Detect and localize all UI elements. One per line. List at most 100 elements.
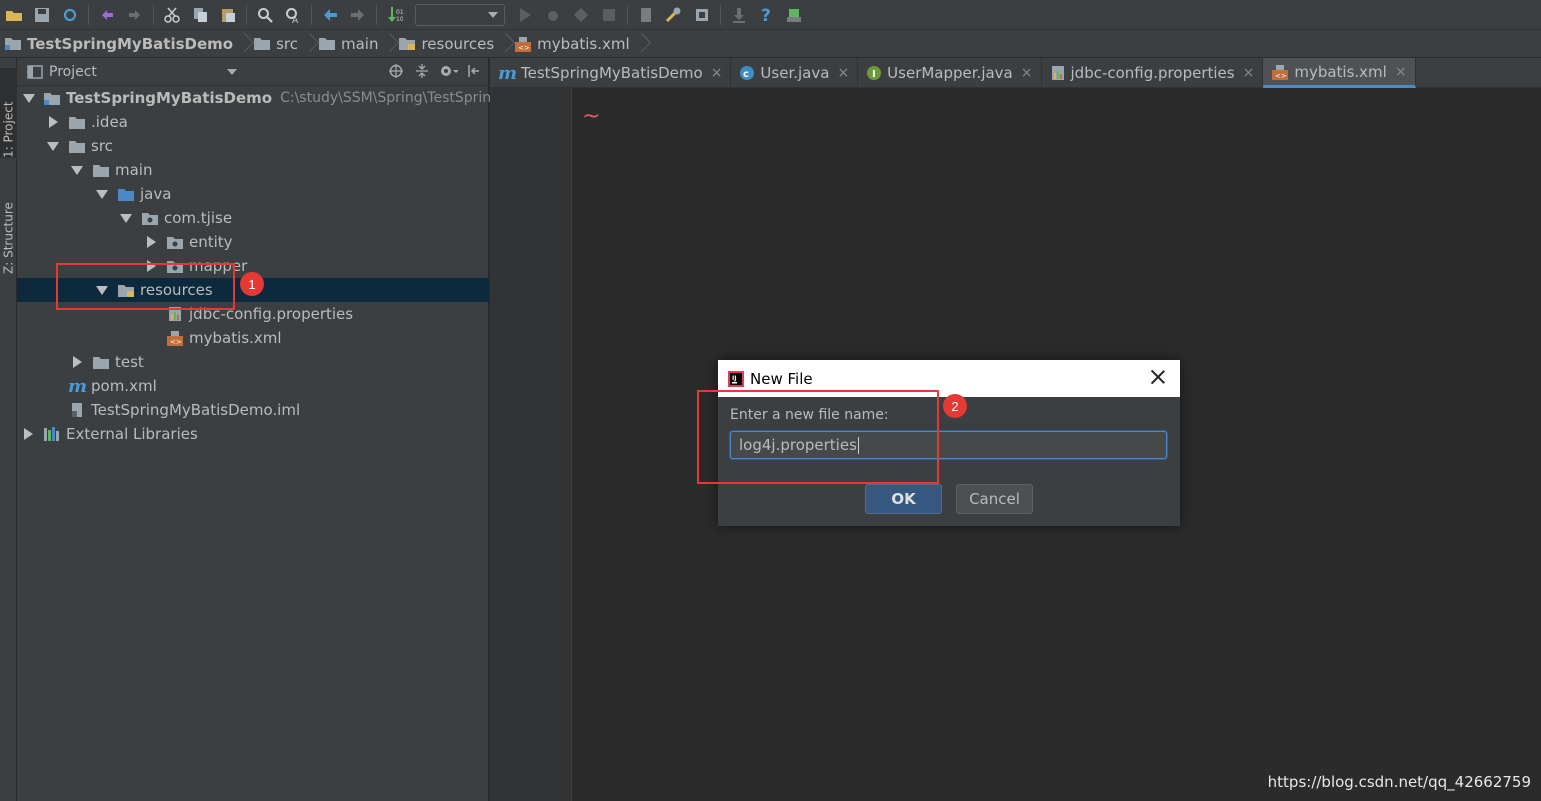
ok-button[interactable]: OK [865, 484, 942, 514]
breadcrumb-label: main [340, 34, 379, 53]
tree-item-project-root[interactable]: TestSpringMyBatisDemo C:\study\SSM\Sprin… [17, 86, 491, 110]
xml-file-icon: <> [166, 330, 184, 346]
tree-item-idea[interactable]: .idea [17, 110, 489, 134]
module-folder-icon [43, 90, 61, 106]
breadcrumb-main[interactable]: main [314, 30, 384, 58]
breadcrumb-resources[interactable]: resources [394, 30, 500, 58]
editor-tab-bar: m TestSpringMyBatisDemo × c User.java × … [490, 58, 1541, 88]
undo-icon[interactable] [93, 2, 121, 28]
breadcrumb-file[interactable]: <> mybatis.xml [510, 30, 636, 58]
properties-file-icon [1051, 66, 1064, 80]
tree-item-package-com-tjise[interactable]: com.tjise [17, 206, 489, 230]
sdk-icon[interactable] [688, 2, 716, 28]
tree-item-java[interactable]: java [17, 182, 489, 206]
tree-item-label: mybatis.xml [189, 329, 282, 347]
collapsed-arrow-icon[interactable] [21, 427, 35, 441]
tree-item-src[interactable]: src [17, 134, 489, 158]
breadcrumb-label: src [276, 34, 298, 53]
chevron-down-icon[interactable] [227, 69, 237, 75]
close-icon[interactable]: × [1395, 64, 1407, 80]
close-icon[interactable]: × [1021, 65, 1033, 81]
tree-item-iml[interactable]: TestSpringMyBatisDemo.iml [17, 398, 489, 422]
close-icon[interactable]: × [837, 65, 849, 81]
toolbar-divider [311, 4, 312, 25]
build-icon[interactable]: 01 10 [381, 2, 409, 28]
gear-icon[interactable] [438, 61, 458, 81]
close-icon[interactable] [1150, 369, 1166, 385]
collapsed-arrow-icon[interactable] [144, 235, 158, 249]
svg-text:10: 10 [396, 16, 403, 23]
forward-icon[interactable] [344, 2, 372, 28]
settings-icon[interactable] [660, 2, 688, 28]
svg-text:c: c [743, 69, 749, 80]
run-icon[interactable] [511, 2, 539, 28]
tab-jdbc-config[interactable]: jdbc-config.properties × [1042, 58, 1264, 88]
tab-user-java[interactable]: c User.java × [731, 58, 859, 88]
empty-file-marker: ~ [582, 104, 601, 129]
hide-panel-icon[interactable] [464, 61, 484, 81]
help-icon[interactable]: ? [753, 2, 781, 28]
replace-icon[interactable]: A [279, 2, 307, 28]
toolbar-divider [153, 4, 154, 25]
tab-usermapper-java[interactable]: I UserMapper.java × [858, 58, 1042, 88]
project-panel: Project TestSpringMyBatisDemo C:\study\S… [17, 58, 491, 801]
expand-arrow-icon[interactable] [119, 211, 133, 225]
tree-item-pom-xml[interactable]: m pom.xml [17, 374, 489, 398]
breadcrumb-separator [500, 30, 510, 58]
navigation-breadcrumb: TestSpringMyBatisDemo src main resources… [0, 30, 1541, 58]
breadcrumb-project[interactable]: TestSpringMyBatisDemo [0, 30, 239, 58]
stop-icon[interactable] [595, 2, 623, 28]
tab-label: jdbc-config.properties [1070, 64, 1235, 82]
tree-item-mybatis-xml[interactable]: <> mybatis.xml [17, 326, 489, 350]
cancel-button[interactable]: Cancel [956, 484, 1033, 514]
find-icon[interactable] [251, 2, 279, 28]
expand-arrow-icon[interactable] [95, 187, 109, 201]
open-icon[interactable] [0, 2, 28, 28]
redo-icon[interactable] [121, 2, 149, 28]
tree-item-test[interactable]: test [17, 350, 489, 374]
collapse-all-icon[interactable] [412, 61, 432, 81]
expand-arrow-icon[interactable] [46, 139, 60, 153]
tree-item-package-entity[interactable]: entity [17, 230, 489, 254]
paste-icon[interactable] [214, 2, 242, 28]
tree-item-external-libraries[interactable]: External Libraries [17, 422, 489, 446]
svg-text:m: m [68, 378, 86, 394]
breadcrumb-src[interactable]: src [249, 30, 304, 58]
tab-pom-xml[interactable]: m TestSpringMyBatisDemo × [490, 58, 732, 88]
svg-text:I: I [872, 69, 876, 80]
tab-structure-tool[interactable]: Z: Structure [0, 178, 17, 274]
tree-item-label: .idea [91, 113, 128, 131]
tab-label: mybatis.xml [1294, 62, 1387, 81]
cut-icon[interactable] [158, 2, 186, 28]
back-icon[interactable] [316, 2, 344, 28]
copy-icon[interactable] [186, 2, 214, 28]
folder-icon [254, 38, 271, 50]
tree-item-label: src [91, 137, 113, 155]
locate-icon[interactable] [386, 61, 406, 81]
folder-icon [68, 114, 86, 130]
tree-item-main[interactable]: main [17, 158, 489, 182]
expand-arrow-icon[interactable] [70, 163, 84, 177]
project-panel-header[interactable]: Project [17, 58, 488, 86]
vcs-icon[interactable] [725, 2, 753, 28]
coverage-icon[interactable] [567, 2, 595, 28]
tab-project-tool[interactable]: 1: Project [0, 68, 17, 158]
save-icon[interactable] [28, 2, 56, 28]
expand-arrow-icon[interactable] [23, 91, 35, 105]
collapsed-arrow-icon[interactable] [46, 115, 60, 129]
svg-text:?: ? [761, 6, 771, 24]
project-structure-icon[interactable] [632, 2, 660, 28]
tab-label: 1: Project [1, 101, 16, 158]
collapsed-arrow-icon[interactable] [70, 355, 84, 369]
tab-mybatis-xml[interactable]: <> mybatis.xml × [1263, 58, 1416, 88]
breadcrumb-separator [384, 30, 394, 58]
sync-icon[interactable] [56, 2, 84, 28]
run-config-combo[interactable] [415, 3, 505, 26]
close-icon[interactable]: × [1243, 65, 1255, 81]
tree-item-label: test [115, 353, 144, 371]
tab-label: Z: Structure [1, 202, 16, 274]
debug-icon[interactable] [539, 2, 567, 28]
plugin-icon[interactable] [781, 2, 809, 28]
close-icon[interactable]: × [711, 65, 723, 81]
